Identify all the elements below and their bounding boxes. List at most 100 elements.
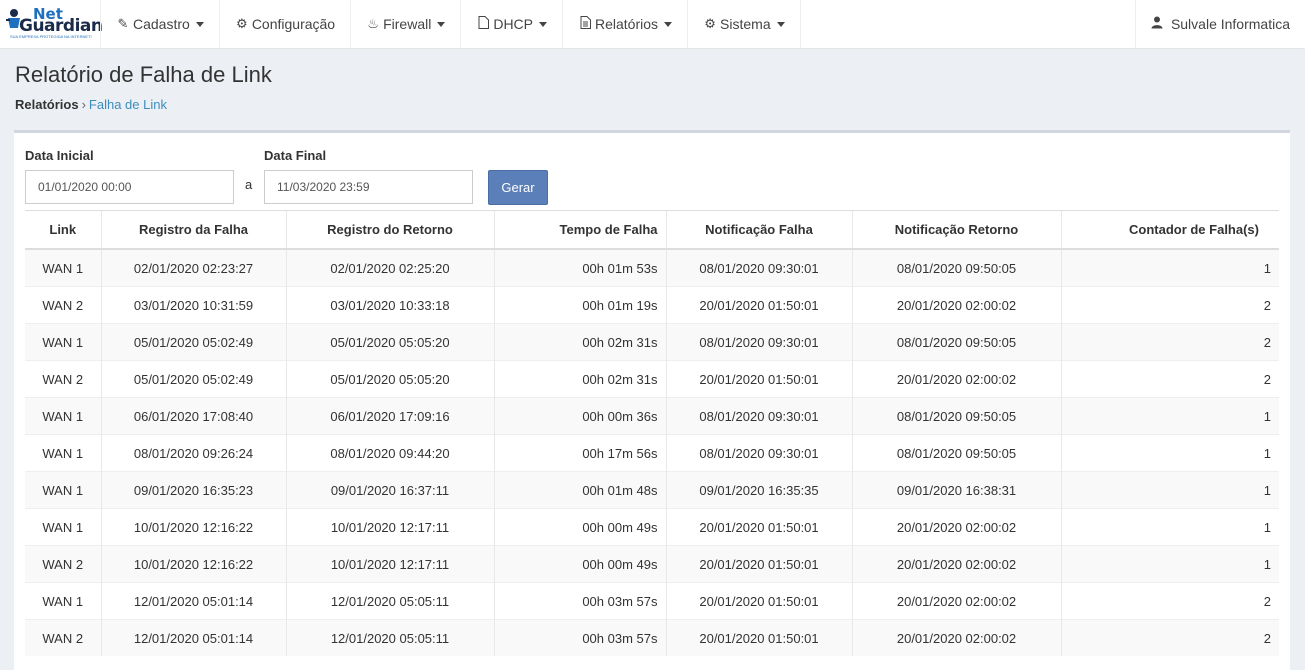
cell-registro-falha: 09/01/2020 16:35:23 xyxy=(100,471,286,509)
nav-relatorios[interactable]: Relatórios xyxy=(562,0,687,48)
cell-registro-falha: 02/01/2020 02:23:27 xyxy=(100,248,286,287)
table-row[interactable]: WAN 1 06/01/2020 17:08:40 06/01/2020 17:09… xyxy=(25,397,1279,435)
cell-notificacao-falha: 20/01/2020 01:50:01 xyxy=(665,360,852,398)
col-header-tempo-falha[interactable]: Tempo de Falha xyxy=(493,210,666,250)
col-header-registro-falha[interactable]: Registro da Falha xyxy=(100,210,286,250)
caret-down-icon xyxy=(437,21,446,27)
cell-contador: 2 xyxy=(1060,582,1279,620)
top-navbar: Net Guardian SUA EMPRESA PROTEGIDA NA IN… xyxy=(0,0,1305,49)
breadcrumb-current[interactable]: Falha de Link xyxy=(89,97,167,112)
col-header-registro-retorno[interactable]: Registro do Retorno xyxy=(285,210,494,250)
cell-tempo-falha: 00h 03m 57s xyxy=(493,619,666,656)
cell-registro-retorno: 03/01/2020 10:33:18 xyxy=(285,286,494,324)
col-header-contador[interactable]: Contador de Falha(s) xyxy=(1060,210,1279,250)
cell-contador: 2 xyxy=(1060,286,1279,324)
nav-configuracao[interactable]: ⚙ Configuração xyxy=(218,0,350,48)
breadcrumb-root[interactable]: Relatórios xyxy=(15,97,79,112)
cell-notificacao-falha: 20/01/2020 01:50:01 xyxy=(665,286,852,324)
cell-contador: 1 xyxy=(1060,471,1279,509)
cell-link: WAN 2 xyxy=(25,545,101,583)
cell-tempo-falha: 00h 01m 53s xyxy=(493,248,666,287)
cell-notificacao-retorno: 20/01/2020 02:00:02 xyxy=(851,582,1061,620)
cell-tempo-falha: 00h 01m 19s xyxy=(493,286,666,324)
cell-notificacao-retorno: 20/01/2020 02:00:02 xyxy=(851,508,1061,546)
file-text-icon xyxy=(578,16,592,32)
nav-firewall-label: Firewall xyxy=(383,16,432,32)
cell-tempo-falha: 00h 00m 49s xyxy=(493,545,666,583)
nav-sistema-label: Sistema xyxy=(720,16,771,32)
cell-registro-retorno: 06/01/2020 17:09:16 xyxy=(285,397,494,435)
user-menu[interactable]: Sulvale Informatica xyxy=(1134,0,1305,48)
table-row[interactable]: WAN 1 05/01/2020 05:02:49 05/01/2020 05:05… xyxy=(25,323,1279,361)
nav-relatorios-label: Relatórios xyxy=(595,16,659,32)
cell-notificacao-retorno: 20/01/2020 02:00:02 xyxy=(851,545,1061,583)
netguardian-logo[interactable]: Net Guardian SUA EMPRESA PROTEGIDA NA IN… xyxy=(5,5,103,39)
table-row[interactable]: WAN 2 12/01/2020 05:01:14 12/01/2020 05:05… xyxy=(25,619,1279,656)
cell-contador: 1 xyxy=(1060,248,1279,287)
cell-registro-retorno: 02/01/2020 02:25:20 xyxy=(285,248,494,287)
cell-registro-falha: 05/01/2020 05:02:49 xyxy=(100,360,286,398)
caret-down-icon xyxy=(195,21,204,27)
cell-registro-falha: 10/01/2020 12:16:22 xyxy=(100,508,286,546)
cell-registro-retorno: 09/01/2020 16:37:11 xyxy=(285,471,494,509)
cell-contador: 1 xyxy=(1060,545,1279,583)
caret-down-icon xyxy=(776,21,785,27)
file-icon xyxy=(476,16,490,32)
cell-notificacao-falha: 20/01/2020 01:50:01 xyxy=(665,508,852,546)
cell-tempo-falha: 00h 03m 57s xyxy=(493,582,666,620)
cell-notificacao-falha: 09/01/2020 16:35:35 xyxy=(665,471,852,509)
nav-firewall[interactable]: ♨ Firewall xyxy=(350,0,460,48)
cell-contador: 2 xyxy=(1060,360,1279,398)
cell-notificacao-falha: 08/01/2020 09:30:01 xyxy=(665,397,852,435)
table-row[interactable]: WAN 1 12/01/2020 05:01:14 12/01/2020 05:05… xyxy=(25,582,1279,620)
cell-registro-retorno: 10/01/2020 12:17:11 xyxy=(285,545,494,583)
cell-registro-falha: 10/01/2020 12:16:22 xyxy=(100,545,286,583)
cell-tempo-falha: 00h 17m 56s xyxy=(493,434,666,472)
nav-cadastro-label: Cadastro xyxy=(133,16,190,32)
nav-sistema[interactable]: ⚙ Sistema xyxy=(687,0,801,48)
col-header-notificacao-falha[interactable]: Notificação Falha xyxy=(665,210,852,250)
page-title: Relatório de Falha de Link xyxy=(15,62,272,87)
cell-registro-falha: 12/01/2020 05:01:14 xyxy=(100,582,286,620)
edit-icon: ✎ xyxy=(117,16,129,31)
nav-cadastro[interactable]: ✎ Cadastro xyxy=(100,0,219,48)
cell-link: WAN 2 xyxy=(25,286,101,324)
logo-tagline: SUA EMPRESA PROTEGIDA NA INTERNET! xyxy=(10,34,92,39)
cell-notificacao-retorno: 08/01/2020 09:50:05 xyxy=(851,397,1061,435)
cell-tempo-falha: 00h 00m 36s xyxy=(493,397,666,435)
cell-tempo-falha: 00h 02m 31s xyxy=(493,323,666,361)
main-nav: ✎ Cadastro ⚙ Configuração ♨ Firewall DHC… xyxy=(100,0,801,48)
cell-registro-falha: 03/01/2020 10:31:59 xyxy=(100,286,286,324)
col-header-notificacao-retorno[interactable]: Notificação Retorno xyxy=(851,210,1061,250)
table-row[interactable]: WAN 1 02/01/2020 02:23:27 02/01/2020 02:25… xyxy=(25,248,1279,287)
cell-notificacao-retorno: 08/01/2020 09:50:05 xyxy=(851,434,1061,472)
generate-button[interactable]: Gerar xyxy=(488,170,548,205)
col-header-link[interactable]: Link xyxy=(25,210,101,250)
fire-icon: ♨ xyxy=(367,16,379,31)
nav-dhcp[interactable]: DHCP xyxy=(460,0,562,48)
cell-tempo-falha: 00h 00m 49s xyxy=(493,508,666,546)
end-date-input[interactable]: 11/03/2020 23:59 xyxy=(264,170,473,204)
cell-link: WAN 1 xyxy=(25,508,101,546)
table-row[interactable]: WAN 2 05/01/2020 05:02:49 05/01/2020 05:05… xyxy=(25,360,1279,398)
user-icon xyxy=(1151,16,1163,32)
table-row[interactable]: WAN 1 08/01/2020 09:26:24 08/01/2020 09:44… xyxy=(25,434,1279,472)
logo-guardian-text: Guardian xyxy=(19,16,103,36)
table-row[interactable]: WAN 2 03/01/2020 10:31:59 03/01/2020 10:33… xyxy=(25,286,1279,324)
gear-icon: ⚙ xyxy=(235,16,248,31)
cell-contador: 1 xyxy=(1060,434,1279,472)
start-date-input[interactable]: 01/01/2020 00:00 xyxy=(25,170,234,204)
nav-configuracao-label: Configuração xyxy=(251,16,336,32)
table-row[interactable]: WAN 1 10/01/2020 12:16:22 10/01/2020 12:17… xyxy=(25,508,1279,546)
cell-registro-falha: 05/01/2020 05:02:49 xyxy=(100,323,286,361)
breadcrumb-separator: › xyxy=(81,97,86,112)
cell-registro-retorno: 05/01/2020 05:05:20 xyxy=(285,323,494,361)
table-row[interactable]: WAN 2 10/01/2020 12:16:22 10/01/2020 12:17… xyxy=(25,545,1279,583)
cell-notificacao-falha: 20/01/2020 01:50:01 xyxy=(665,619,852,656)
caret-down-icon xyxy=(664,21,673,27)
link-failure-table: Link Registro da Falha Registro do Retor… xyxy=(25,210,1279,656)
cell-registro-retorno: 12/01/2020 05:05:11 xyxy=(285,619,494,656)
breadcrumb: Relatórios › Falha de Link xyxy=(15,97,167,112)
cell-contador: 2 xyxy=(1060,619,1279,656)
table-row[interactable]: WAN 1 09/01/2020 16:35:23 09/01/2020 16:37… xyxy=(25,471,1279,509)
